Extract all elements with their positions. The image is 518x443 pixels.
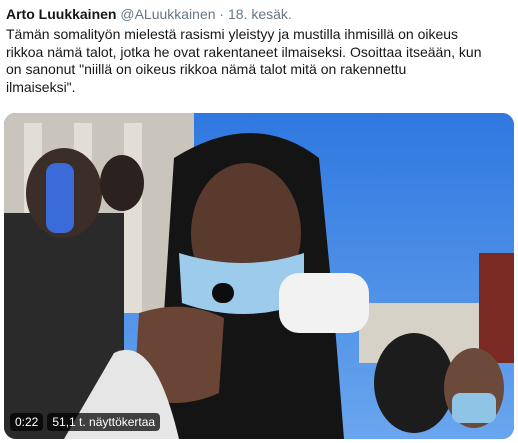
tweet-card[interactable]: Arto Luukkainen @ALuukkainen · 18. kesäk… — [0, 0, 518, 443]
white-clothing — [279, 273, 369, 333]
microphone — [212, 283, 234, 303]
separator-dot: · — [219, 6, 225, 22]
video-view-count: 51,1 t. näyttökertaa — [47, 413, 161, 431]
author-name[interactable]: Arto Luukkainen — [6, 6, 116, 22]
video-player[interactable]: 0:22 51,1 t. näyttökertaa — [4, 113, 514, 439]
blue-glove — [46, 163, 74, 233]
tweet-date[interactable]: 18. kesäk. — [228, 6, 292, 22]
tweet-text-line: on sanonut "niillä on oikeus rikkoa nämä… — [6, 61, 407, 77]
video-overlay: 0:22 51,1 t. näyttökertaa — [10, 413, 161, 431]
video-duration: 0:22 — [10, 413, 44, 431]
crowd-right-person — [374, 333, 454, 433]
crowd-right-mask — [452, 393, 496, 423]
tweet-header: Arto Luukkainen @ALuukkainen · 18. kesäk… — [6, 5, 292, 23]
tweet-text-line: Tämän somalityön mielestä rasismi yleist… — [6, 26, 459, 42]
author-handle[interactable]: @ALuukkainen — [120, 6, 215, 22]
video-frame — [4, 113, 514, 439]
building-column — [124, 123, 142, 313]
background-person — [100, 155, 144, 211]
tweet-text-line: rikkoa nämä talot, jotka he ovat rakenta… — [6, 43, 482, 60]
tweet-text-line: ilmaiseksi". — [6, 78, 76, 95]
banner-sign — [479, 253, 514, 363]
tweet-text: Tämän somalityön mielestä rasismi yleist… — [6, 26, 511, 96]
